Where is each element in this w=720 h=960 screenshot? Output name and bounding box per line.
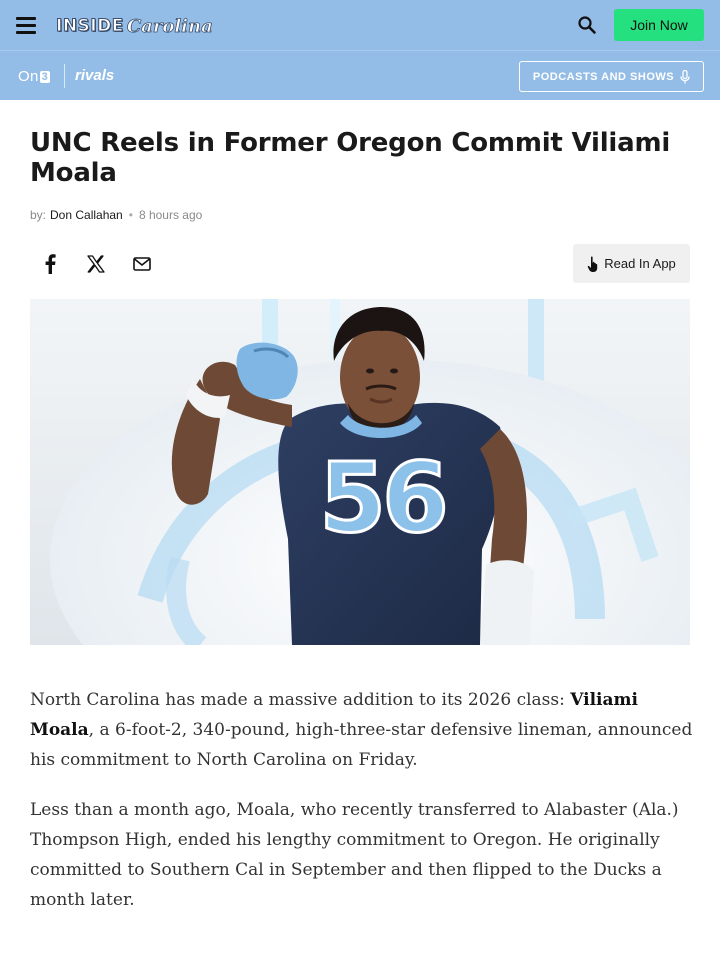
on3-text: On <box>18 68 39 85</box>
author-link[interactable]: Don Callahan <box>50 208 123 222</box>
x-icon[interactable] <box>84 252 108 276</box>
logo-script-text: Carolina <box>126 15 213 37</box>
podcasts-and-shows-button[interactable]: PODCASTS AND SHOWS <box>519 61 704 92</box>
publish-time: 8 hours ago <box>138 208 203 222</box>
search-icon[interactable] <box>576 14 598 36</box>
byline-separator: • <box>128 208 133 222</box>
facebook-icon[interactable] <box>38 252 62 276</box>
join-now-button[interactable]: Join Now <box>614 9 704 41</box>
jersey-number: 56 <box>319 442 445 554</box>
read-in-app-label: Read In App <box>604 256 676 271</box>
microphone-icon <box>680 69 690 83</box>
paragraph-1-before: North Carolina has made a massive additi… <box>30 690 571 710</box>
tap-hand-icon <box>587 255 598 272</box>
mail-icon[interactable] <box>130 252 154 276</box>
byline-prefix: by: <box>30 208 47 222</box>
menu-icon[interactable] <box>14 14 38 36</box>
brand-divider <box>64 64 65 88</box>
logo-main-text: INSIDE <box>56 16 124 37</box>
site-header: INSIDE Carolina Join Now <box>0 0 720 50</box>
paragraph-1-after: , a 6-foot-2, 340-pound, high-three-star… <box>30 720 693 770</box>
on3-logo[interactable]: On 3 <box>18 68 51 85</box>
article-paragraph: Less than a month ago, Moala, who recent… <box>30 800 679 910</box>
site-logo[interactable]: INSIDE Carolina <box>56 12 214 40</box>
rivals-logo[interactable]: rivals <box>75 67 114 84</box>
podcasts-label: PODCASTS AND SHOWS <box>532 70 675 83</box>
network-bar: On 3 rivals PODCASTS AND SHOWS <box>0 50 720 100</box>
read-in-app-button[interactable]: Read In App <box>573 244 690 283</box>
article-paragraph: North Carolina has made a massive additi… <box>30 685 695 775</box>
byline: by: Don Callahan • 8 hours ago <box>30 208 202 222</box>
hero-image: 56 <box>30 299 690 645</box>
on3-number: 3 <box>39 71 51 83</box>
article-title: UNC Reels in Former Oregon Commit Viliam… <box>30 128 671 188</box>
